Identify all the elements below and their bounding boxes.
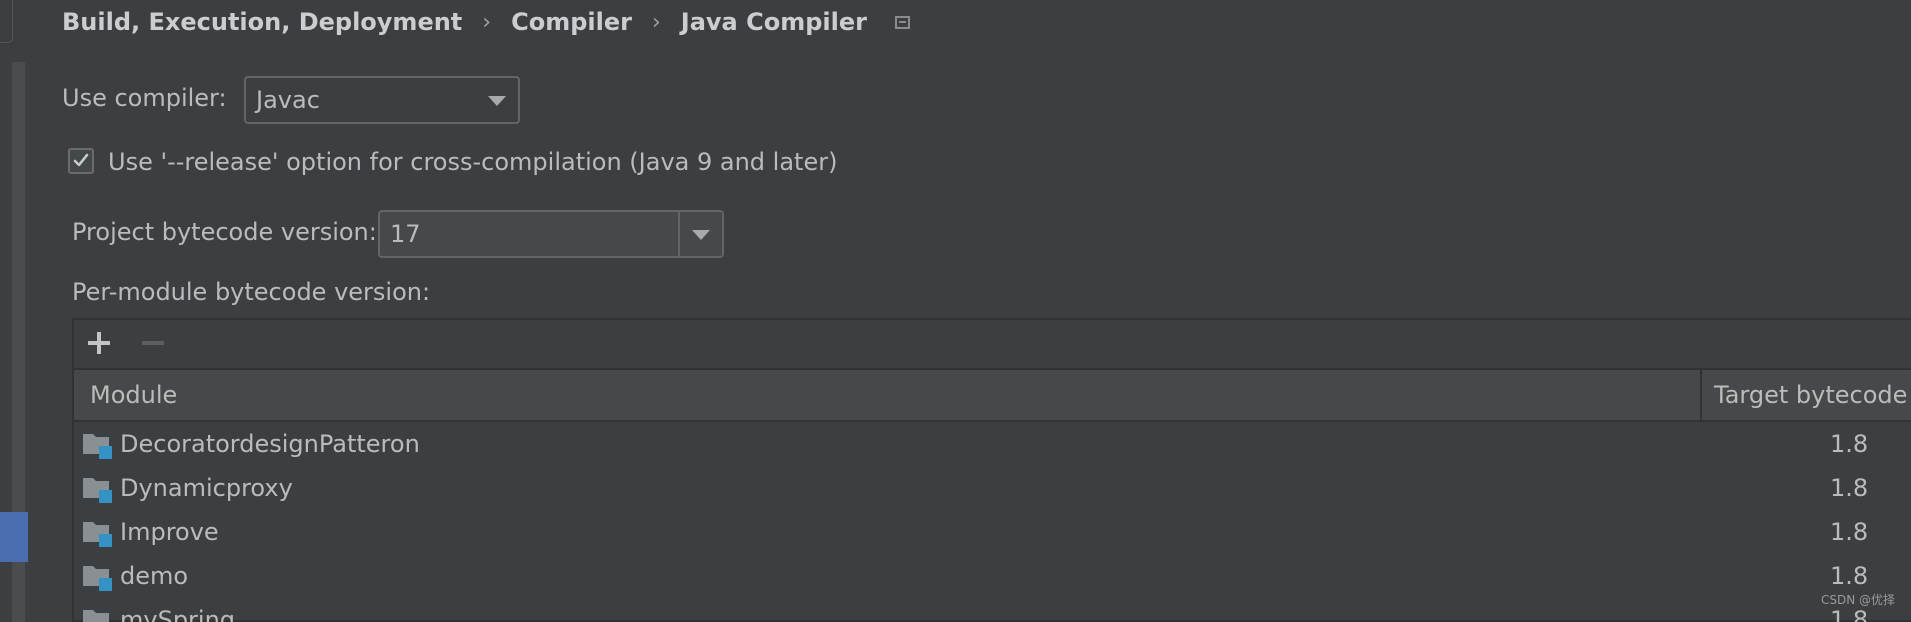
breadcrumb-separator: › [651,9,661,35]
selected-tree-item-highlight[interactable] [0,512,28,562]
chevron-down-icon[interactable] [692,230,710,240]
target-version[interactable]: 1.8 [1830,474,1868,502]
module-folder-icon [83,478,112,503]
target-version[interactable]: 1.8 [1830,562,1868,590]
breadcrumb-item-compiler[interactable]: Compiler [511,8,632,36]
table-row[interactable]: Improve 1.8 [74,510,1911,554]
table-row[interactable]: demo 1.8 [74,554,1911,598]
module-name: demo [120,562,189,590]
use-compiler-label: Use compiler: [62,84,227,112]
remove-icon[interactable] [142,330,168,356]
add-icon[interactable] [88,330,114,356]
table-body: DecoratordesignPatteron 1.8 Dynamicproxy… [74,422,1911,622]
table-row[interactable]: DecoratordesignPatteron 1.8 [74,422,1911,466]
breadcrumb-item-java-compiler: Java Compiler [680,8,867,36]
target-version[interactable]: 1.8 [1830,430,1868,458]
table-row[interactable]: Dynamicproxy 1.8 [74,466,1911,510]
per-module-label: Per-module bytecode version: [72,278,431,306]
breadcrumb: Build, Execution, Deployment › Compiler … [62,4,910,40]
project-bytecode-value: 17 [390,220,421,248]
module-name: mySpring [120,606,236,622]
checkmark-icon [73,153,89,167]
module-folder-icon [83,434,112,459]
breadcrumb-item-build[interactable]: Build, Execution, Deployment [62,8,462,36]
per-module-table-panel: Module Target bytecode v Decoratordesign… [72,318,1911,622]
release-option-label[interactable]: Use '--release' option for cross-compila… [108,148,837,176]
table-header: Module Target bytecode v [74,370,1911,422]
column-header-target[interactable]: Target bytecode v [1714,381,1911,409]
combo-divider [678,212,680,256]
module-name: DecoratordesignPatteron [120,430,420,458]
table-row[interactable]: mySpring 1.8 [74,598,1911,622]
breadcrumb-separator: › [482,9,492,35]
table-toolbar [74,320,1911,370]
release-option-checkbox[interactable] [68,148,94,174]
watermark: CSDN @优择 [1820,593,1895,607]
module-name: Improve [120,518,219,546]
module-folder-icon [83,610,109,622]
project-bytecode-select[interactable]: 17 [378,210,724,258]
left-settings-tree-edge [0,0,28,622]
target-version[interactable]: 1.8 [1830,606,1868,622]
compiler-select-value: Javac [256,86,320,114]
project-bytecode-label: Project bytecode version: [72,218,377,246]
window-pin-icon[interactable] [894,15,910,29]
module-folder-icon [83,522,112,547]
target-version[interactable]: 1.8 [1830,518,1868,546]
tree-edge-tab [0,0,13,43]
column-divider[interactable] [1700,370,1702,420]
column-header-module[interactable]: Module [90,381,177,409]
module-folder-icon [83,566,112,591]
module-name: Dynamicproxy [120,474,293,502]
chevron-down-icon [488,96,506,106]
compiler-select[interactable]: Javac [244,76,520,124]
